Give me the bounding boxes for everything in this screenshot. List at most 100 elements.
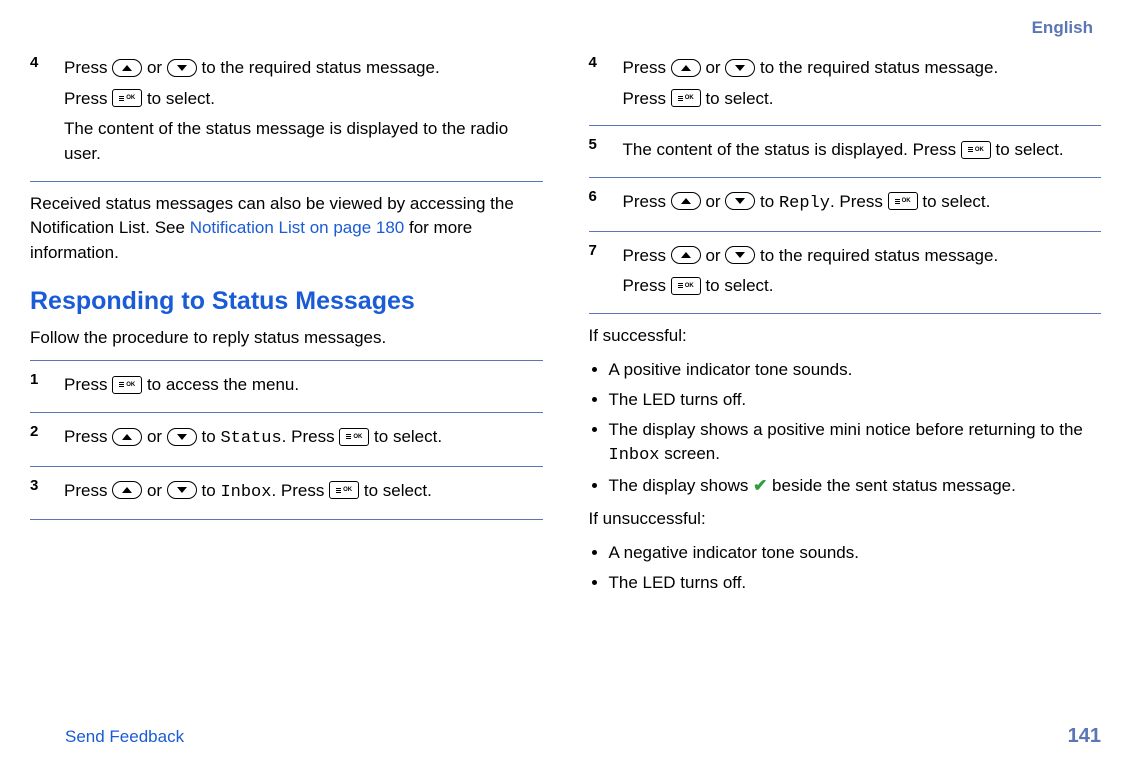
text: to the required status message. xyxy=(202,58,440,77)
step-divider xyxy=(589,313,1102,314)
text: to select. xyxy=(996,140,1064,159)
page-number: 141 xyxy=(1068,725,1101,748)
up-arrow-icon xyxy=(671,246,701,264)
text: Press xyxy=(64,89,107,108)
text: to select. xyxy=(364,481,432,500)
step-body: Press or to the required status message.… xyxy=(623,238,1102,305)
mono-status: Status xyxy=(220,429,281,448)
text: The display shows a positive mini notice… xyxy=(609,420,1083,439)
menu-ok-icon: OK xyxy=(339,428,369,446)
text: Press xyxy=(64,375,107,394)
down-arrow-icon xyxy=(725,192,755,210)
list-item: The LED turns off. xyxy=(609,388,1102,413)
text: or xyxy=(705,58,720,77)
menu-ok-icon: OK xyxy=(329,481,359,499)
step-number: 1 xyxy=(30,367,64,404)
text: or xyxy=(147,427,162,446)
step-number: 4 xyxy=(30,50,64,173)
text: to select. xyxy=(147,89,215,108)
up-arrow-icon xyxy=(112,59,142,77)
left-step-1: 1 Press OK to access the menu. xyxy=(30,360,543,412)
text: to select. xyxy=(705,89,773,108)
text: to select. xyxy=(922,192,990,211)
list-item: A negative indicator tone sounds. xyxy=(609,541,1102,566)
right-step-7: 7 Press or to the required status messag… xyxy=(589,231,1102,313)
fail-list: A negative indicator tone sounds. The LE… xyxy=(589,541,1102,595)
up-arrow-icon xyxy=(671,59,701,77)
text: Press xyxy=(623,276,666,295)
notification-list-link[interactable]: Notification List on page 180 xyxy=(190,218,405,237)
left-step-3: 3 Press or to Inbox. Press OK to select. xyxy=(30,466,543,520)
text: Press xyxy=(623,192,666,211)
down-arrow-icon xyxy=(167,59,197,77)
text: to xyxy=(202,427,216,446)
text: or xyxy=(147,58,162,77)
header-language: English xyxy=(30,18,1101,44)
down-arrow-icon xyxy=(167,481,197,499)
up-arrow-icon xyxy=(112,428,142,446)
step-number: 4 xyxy=(589,50,623,117)
mono-inbox: Inbox xyxy=(220,483,271,502)
step-body: Press or to Status. Press OK to select. xyxy=(64,419,543,458)
down-arrow-icon xyxy=(725,59,755,77)
mono-reply: Reply xyxy=(779,194,830,213)
menu-ok-icon: OK xyxy=(671,277,701,295)
text: Press xyxy=(623,89,666,108)
text: . Press xyxy=(282,427,335,446)
success-list: A positive indicator tone sounds. The LE… xyxy=(589,358,1102,498)
up-arrow-icon xyxy=(112,481,142,499)
paragraph: Received status messages can also be vie… xyxy=(30,192,543,266)
step-body: Press OK to access the menu. xyxy=(64,367,543,404)
text: or xyxy=(147,481,162,500)
text: to the required status message. xyxy=(760,58,998,77)
list-item: The display shows a positive mini notice… xyxy=(609,418,1102,469)
document-page: English 4 Press or to the required statu… xyxy=(0,0,1131,762)
list-item: The LED turns off. xyxy=(609,571,1102,596)
content-columns: 4 Press or to the required status messag… xyxy=(30,44,1101,604)
step-number: 6 xyxy=(589,184,623,223)
text: or xyxy=(705,246,720,265)
step-number: 2 xyxy=(30,419,64,458)
list-item: A positive indicator tone sounds. xyxy=(609,358,1102,383)
step-number: 3 xyxy=(30,473,64,512)
down-arrow-icon xyxy=(725,246,755,264)
text: Press xyxy=(64,481,107,500)
step-body: Press or to the required status message.… xyxy=(64,50,543,173)
if-unsuccessful-label: If unsuccessful: xyxy=(589,507,1102,532)
text: The content of the status is displayed. … xyxy=(623,140,957,159)
menu-ok-icon: OK xyxy=(112,89,142,107)
down-arrow-icon xyxy=(167,428,197,446)
right-step-6: 6 Press or to Reply. Press OK to select. xyxy=(589,177,1102,231)
text: Press xyxy=(64,58,107,77)
text: The content of the status message is dis… xyxy=(64,117,543,166)
text: to select. xyxy=(374,427,442,446)
checkmark-icon: ✔ xyxy=(753,476,767,495)
step-divider xyxy=(30,519,543,520)
if-successful-label: If successful: xyxy=(589,324,1102,349)
left-step-4: 4 Press or to the required status messag… xyxy=(30,44,543,181)
text: beside the sent status message. xyxy=(767,476,1016,495)
menu-ok-icon: OK xyxy=(961,141,991,159)
text: to access the menu. xyxy=(147,375,299,394)
step-number: 7 xyxy=(589,238,623,305)
send-feedback-link[interactable]: Send Feedback xyxy=(30,727,184,747)
text: Press xyxy=(64,427,107,446)
left-step-2: 2 Press or to Status. Press OK to select… xyxy=(30,412,543,466)
text: Press xyxy=(623,246,666,265)
text: . Press xyxy=(271,481,324,500)
column-right: 4 Press or to the required status messag… xyxy=(589,44,1102,604)
step-body: Press or to Reply. Press OK to select. xyxy=(623,184,1102,223)
list-item: The display shows ✔ beside the sent stat… xyxy=(609,474,1102,499)
section-intro: Follow the procedure to reply status mes… xyxy=(30,326,543,351)
text: screen. xyxy=(660,444,720,463)
text: or xyxy=(705,192,720,211)
text: to xyxy=(760,192,774,211)
section-heading: Responding to Status Messages xyxy=(30,283,543,319)
text: to the required status message. xyxy=(760,246,998,265)
step-number: 5 xyxy=(589,132,623,169)
menu-ok-icon: OK xyxy=(888,192,918,210)
mono-inbox: Inbox xyxy=(609,446,660,465)
step-body: Press or to the required status message.… xyxy=(623,50,1102,117)
text: Press xyxy=(623,58,666,77)
step-divider xyxy=(30,181,543,182)
